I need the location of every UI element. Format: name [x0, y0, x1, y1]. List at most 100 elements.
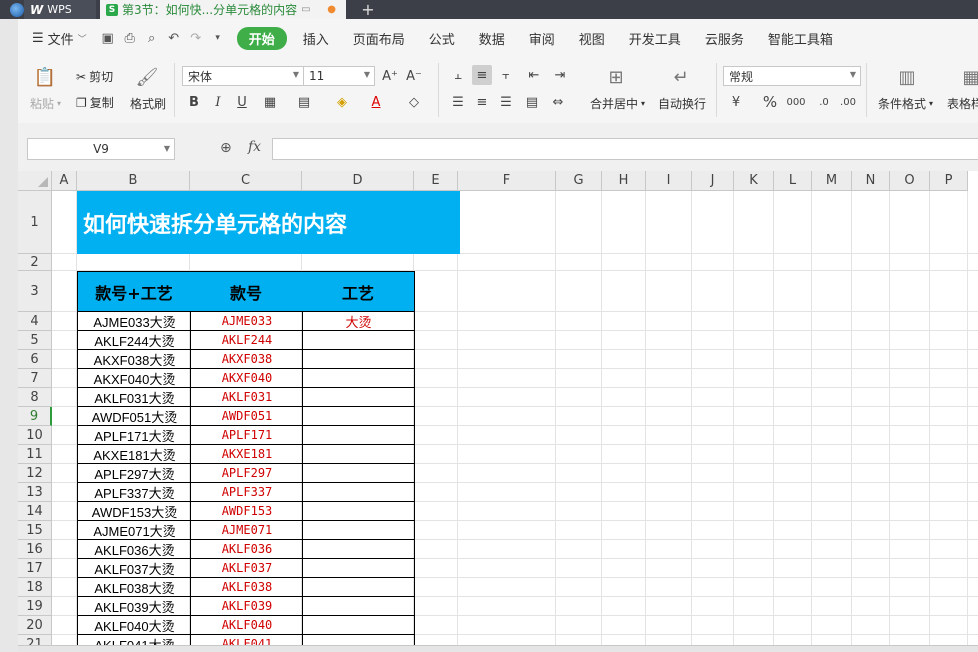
menu-review[interactable]: 审阅	[517, 29, 567, 48]
cell-code[interactable]: AJME033	[190, 312, 303, 331]
italic-button[interactable]: I	[208, 92, 228, 112]
row-header-20[interactable]: 20	[18, 616, 52, 635]
row-header-7[interactable]: 7	[18, 369, 52, 388]
row-header-11[interactable]: 11	[18, 445, 52, 464]
menu-developer[interactable]: 开发工具	[617, 29, 693, 48]
column-header-c[interactable]: C	[190, 171, 302, 191]
cut-button[interactable]: ✂ 剪切	[76, 68, 113, 85]
cell-code[interactable]: APLF297	[190, 464, 303, 483]
save-icon[interactable]: ▣	[97, 27, 119, 49]
cell-code-process[interactable]: AKLF039大烫	[77, 597, 191, 616]
decrease-decimal-icon[interactable]: .00	[838, 92, 858, 112]
cell-process[interactable]	[302, 578, 415, 597]
cell-process[interactable]	[302, 369, 415, 388]
font-color-icon[interactable]: A	[366, 92, 386, 112]
decrease-indent-icon[interactable]: ⇤	[524, 65, 544, 85]
increase-font-icon[interactable]: A⁺	[380, 66, 400, 86]
print-icon[interactable]: ⎙	[119, 27, 141, 49]
row-header-8[interactable]: 8	[18, 388, 52, 407]
row-header-1[interactable]: 1	[18, 191, 52, 254]
align-center-icon[interactable]: ≡	[472, 92, 492, 112]
cell-code-process[interactable]: APLF297大烫	[77, 464, 191, 483]
font-size-select[interactable]: 11 ▼	[303, 66, 375, 86]
cell-process[interactable]	[302, 616, 415, 635]
menu-cloud-service[interactable]: 云服务	[693, 29, 756, 48]
cell-process[interactable]	[302, 483, 415, 502]
cell-code[interactable]: AKLF037	[190, 559, 303, 578]
row-header-19[interactable]: 19	[18, 597, 52, 616]
cell-code-process[interactable]: APLF171大烫	[77, 426, 191, 445]
align-left-icon[interactable]: ☰	[448, 92, 468, 112]
table-style-button[interactable]: 表格样式	[947, 95, 978, 112]
distribute-icon[interactable]: ⇔	[548, 92, 568, 112]
row-header-3[interactable]: 3	[18, 271, 52, 312]
customize-quick-access-icon[interactable]: ▾	[207, 27, 229, 49]
header-code[interactable]: 款号	[190, 271, 303, 312]
merge-center-icon[interactable]: ⊞	[603, 65, 629, 89]
increase-decimal-icon[interactable]: .0	[814, 92, 834, 112]
wrap-text-button[interactable]: 自动换行	[658, 95, 706, 112]
menu-view[interactable]: 视图	[567, 29, 617, 48]
cell-code-process[interactable]: AJME033大烫	[77, 312, 191, 331]
column-header-k[interactable]: K	[734, 171, 774, 191]
print-preview-icon[interactable]: ⌕	[141, 27, 163, 49]
row-header-9[interactable]: 9	[18, 407, 52, 426]
align-right-icon[interactable]: ☰	[496, 92, 516, 112]
menu-data[interactable]: 数据	[467, 29, 517, 48]
cell-code-process[interactable]: AKLF244大烫	[77, 331, 191, 350]
paste-button[interactable]: 粘贴 ▾	[30, 95, 61, 112]
format-painter-button[interactable]: 格式刷	[130, 95, 166, 112]
column-header-l[interactable]: L	[774, 171, 812, 191]
borders-icon[interactable]: ▦	[260, 92, 280, 112]
file-menu[interactable]: ☰ 文件 ﹀	[18, 29, 97, 48]
new-tab-button[interactable]: +	[356, 0, 380, 19]
justify-icon[interactable]: ▤	[522, 92, 542, 112]
row-header-6[interactable]: 6	[18, 350, 52, 369]
cell-process[interactable]	[302, 521, 415, 540]
conditional-format-button[interactable]: 条件格式 ▾	[878, 95, 933, 112]
cell-code-process[interactable]: AKLF038大烫	[77, 578, 191, 597]
row-header-16[interactable]: 16	[18, 540, 52, 559]
cell-code[interactable]: APLF171	[190, 426, 303, 445]
cell-code-process[interactable]: APLF337大烫	[77, 483, 191, 502]
cell-code-process[interactable]: AKXE181大烫	[77, 445, 191, 464]
cell-process[interactable]	[302, 350, 415, 369]
cell-code[interactable]: AWDF051	[190, 407, 303, 426]
cell-process[interactable]	[302, 559, 415, 578]
row-header-12[interactable]: 12	[18, 464, 52, 483]
cell-code[interactable]: AKLF040	[190, 616, 303, 635]
cell-process[interactable]	[302, 331, 415, 350]
cell-process[interactable]	[302, 388, 415, 407]
cell-code[interactable]: AKLF038	[190, 578, 303, 597]
column-header-p[interactable]: P	[930, 171, 968, 191]
percent-button[interactable]: %	[760, 92, 780, 112]
column-header-a[interactable]: A	[52, 171, 77, 191]
column-header-n[interactable]: N	[852, 171, 890, 191]
cell-code-process[interactable]: AWDF051大烫	[77, 407, 191, 426]
decrease-font-icon[interactable]: A⁻	[404, 66, 424, 86]
align-middle-icon[interactable]: ≡	[472, 65, 492, 85]
column-header-b[interactable]: B	[77, 171, 190, 191]
align-bottom-icon[interactable]: ⫟	[496, 65, 516, 85]
cell-code-process[interactable]: AKXF040大烫	[77, 369, 191, 388]
fill-color-icon[interactable]: ◈	[332, 92, 352, 112]
cell-code-process[interactable]: AKLF036大烫	[77, 540, 191, 559]
number-format-select[interactable]: 常规 ▼	[723, 66, 861, 86]
cell-process[interactable]	[302, 597, 415, 616]
menu-insert[interactable]: 插入	[291, 29, 341, 48]
insert-function-icon[interactable]: fx	[248, 139, 261, 155]
row-header-18[interactable]: 18	[18, 578, 52, 597]
header-process[interactable]: 工艺	[302, 271, 415, 312]
paste-icon[interactable]: 📋	[32, 65, 58, 89]
row-header-14[interactable]: 14	[18, 502, 52, 521]
row-header-4[interactable]: 4	[18, 312, 52, 331]
thousands-separator-icon[interactable]: 000	[786, 92, 806, 112]
column-header-i[interactable]: I	[646, 171, 692, 191]
formula-input[interactable]	[272, 138, 978, 160]
menu-smart-toolbox[interactable]: 智能工具箱	[756, 29, 845, 48]
zoom-search-icon[interactable]: ⊕	[220, 140, 232, 156]
wrap-text-icon[interactable]: ↵	[668, 65, 694, 89]
cell-process[interactable]	[302, 426, 415, 445]
cell-code[interactable]: AWDF153	[190, 502, 303, 521]
cell-code[interactable]: AKLF036	[190, 540, 303, 559]
